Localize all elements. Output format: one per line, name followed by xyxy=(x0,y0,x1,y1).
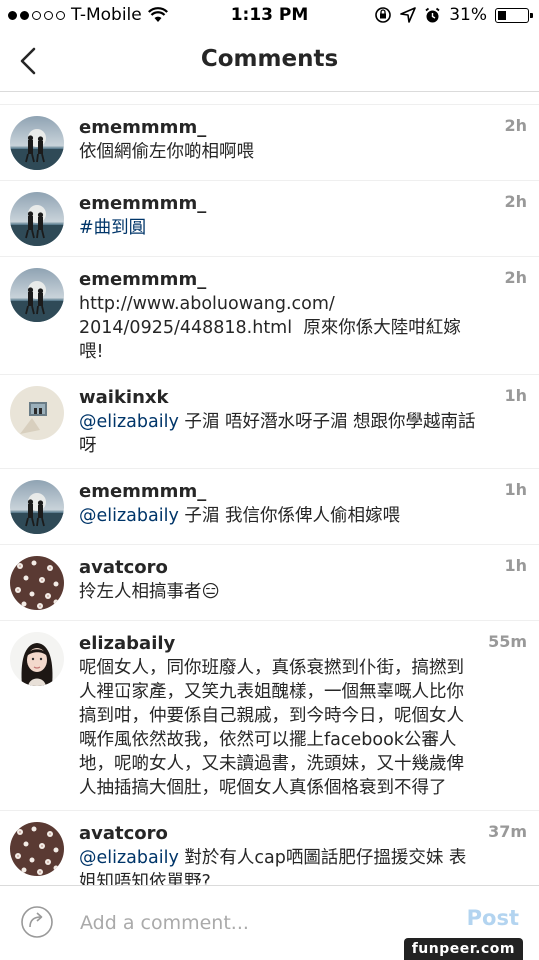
comment-body: ememmmm_ 依個網偷左你啲相啊喂 xyxy=(79,116,529,170)
comment-text: @elizabaily 子湄 唔好潛水呀子湄 想跟你學越南話呀 xyxy=(79,410,477,458)
mention-link[interactable]: @elizabaily xyxy=(79,506,179,526)
comment-timestamp: 1h xyxy=(504,386,527,405)
avatar[interactable] xyxy=(10,822,64,876)
comment-body: ememmmm_ http://www.aboluowang.com/ 2014/… xyxy=(79,268,529,364)
post-button[interactable]: Post xyxy=(467,906,519,930)
page-title: Comments xyxy=(200,46,339,72)
comment-username[interactable]: ememmmm_ xyxy=(79,268,477,292)
avatar[interactable] xyxy=(10,268,64,322)
comment-text-span: http://www.aboluowang.com/ 2014/0925/448… xyxy=(79,294,461,362)
comment-text: 拎左人相搞事者😑 xyxy=(79,580,477,604)
comment-item[interactable]: ememmmm_ @elizabaily 子湄 我信你係俾人偷相嫁喂 1h xyxy=(0,469,539,545)
avatar[interactable] xyxy=(10,192,64,246)
comment-timestamp: 1h xyxy=(504,556,527,575)
comment-text-span: 拎左人相搞事者😑 xyxy=(79,582,220,602)
comment-username[interactable]: ememmmm_ xyxy=(79,116,477,140)
mention-link[interactable]: @elizabaily xyxy=(79,848,179,868)
avatar[interactable] xyxy=(10,632,64,686)
comment-text-span: 依個網偷左你啲相啊喂 xyxy=(79,142,254,162)
comment-item[interactable]: avatcoro 拎左人相搞事者😑 1h xyxy=(0,545,539,621)
alarm-icon xyxy=(425,7,440,22)
comment-timestamp: 2h xyxy=(504,192,527,211)
comment-body: waikinxk @elizabaily 子湄 唔好潛水呀子湄 想跟你學越南話呀 xyxy=(79,386,529,458)
comment-item[interactable]: ememmmm_ 依個網偷左你啲相啊喂 2h xyxy=(0,105,539,181)
comment-timestamp: 37m xyxy=(488,822,527,841)
comment-text-span: 子湄 我信你係俾人偷相嫁喂 xyxy=(178,506,400,526)
comment-username[interactable]: avatcoro xyxy=(79,556,477,580)
comment-item[interactable]: avatcoro @elizabaily 對於有人cap哂圖話肥仔搵援交妹 表姐知… xyxy=(0,811,539,885)
hashtag-link[interactable]: #曲到圓 xyxy=(79,218,146,238)
comment-body: avatcoro @elizabaily 對於有人cap哂圖話肥仔搵援交妹 表姐知… xyxy=(79,822,529,885)
status-right: 31% xyxy=(374,5,533,25)
rotation-lock-icon xyxy=(375,7,392,23)
comment-username[interactable]: elizabaily xyxy=(79,632,477,656)
comment-text: 依個網偷左你啲相啊喂 xyxy=(79,140,477,164)
reply-arrow-icon[interactable] xyxy=(20,905,54,939)
comment-item[interactable]: ememmmm_ http://www.aboluowang.com/ 2014/… xyxy=(0,257,539,375)
comment-text: @elizabaily 對於有人cap哂圖話肥仔搵援交妹 表姐知唔知依單野? xyxy=(79,846,477,885)
comment-username[interactable]: avatcoro xyxy=(79,822,477,846)
battery-percent: 31% xyxy=(449,5,487,25)
nav-bar: Comments xyxy=(0,32,539,92)
comment-timestamp: 2h xyxy=(504,116,527,135)
status-bar: T-Mobile 1:13 PM 31% xyxy=(0,0,539,32)
comment-item[interactable]: elizabaily 呢個女人，同你班廢人，真係衰撚到仆街，搞撚到人裡冚家產，又笑… xyxy=(0,621,539,811)
comment-body: elizabaily 呢個女人，同你班廢人，真係衰撚到仆街，搞撚到人裡冚家產，又笑… xyxy=(79,632,529,800)
comment-body: avatcoro 拎左人相搞事者😑 xyxy=(79,556,529,610)
comment-body: ememmmm_ @elizabaily 子湄 我信你係俾人偷相嫁喂 xyxy=(79,480,529,534)
battery-icon xyxy=(495,7,533,23)
comment-body: ememmmm_ #曲到圓 xyxy=(79,192,529,246)
location-arrow-icon xyxy=(400,7,417,23)
comment-timestamp: 55m xyxy=(488,632,527,651)
mention-link[interactable]: @elizabaily xyxy=(79,412,179,432)
avatar[interactable] xyxy=(10,116,64,170)
battery-fill xyxy=(498,10,507,20)
comment-username[interactable]: waikinxk xyxy=(79,386,477,410)
comment-text: @elizabaily 子湄 我信你係俾人偷相嫁喂 xyxy=(79,504,477,528)
comment-username[interactable]: ememmmm_ xyxy=(79,480,477,504)
comment-username[interactable]: ememmmm_ xyxy=(79,192,477,216)
comment-text: #曲到圓 xyxy=(79,216,477,240)
avatar[interactable] xyxy=(10,556,64,610)
comment-timestamp: 2h xyxy=(504,268,527,287)
comment-composer: Post funpeer.com xyxy=(0,885,539,960)
comment-input[interactable] xyxy=(80,908,440,938)
comment-item[interactable]: ememmmm_ #曲到圓 2h xyxy=(0,181,539,257)
comment-timestamp: 1h xyxy=(504,480,527,499)
watermark: funpeer.com xyxy=(403,938,523,960)
avatar[interactable] xyxy=(10,480,64,534)
comments-list[interactable]: ememmmm_ 依個網偷左你啲相啊喂 2h ememmmm_ #曲到圓 2h ememmm… xyxy=(0,93,539,885)
previous-comment-peek xyxy=(0,93,539,105)
avatar[interactable] xyxy=(10,386,64,440)
comment-text: 呢個女人，同你班廢人，真係衰撚到仆街，搞撚到人裡冚家產，又笑九表姐醜樣，一個無辜… xyxy=(79,656,477,800)
comment-text-span: 呢個女人，同你班廢人，真係衰撚到仆街，搞撚到人裡冚家產，又笑九表姐醜樣，一個無辜… xyxy=(79,658,464,798)
comment-item[interactable]: waikinxk @elizabaily 子湄 唔好潛水呀子湄 想跟你學越南話呀 1… xyxy=(0,375,539,469)
comment-text: http://www.aboluowang.com/ 2014/0925/448… xyxy=(79,292,477,364)
